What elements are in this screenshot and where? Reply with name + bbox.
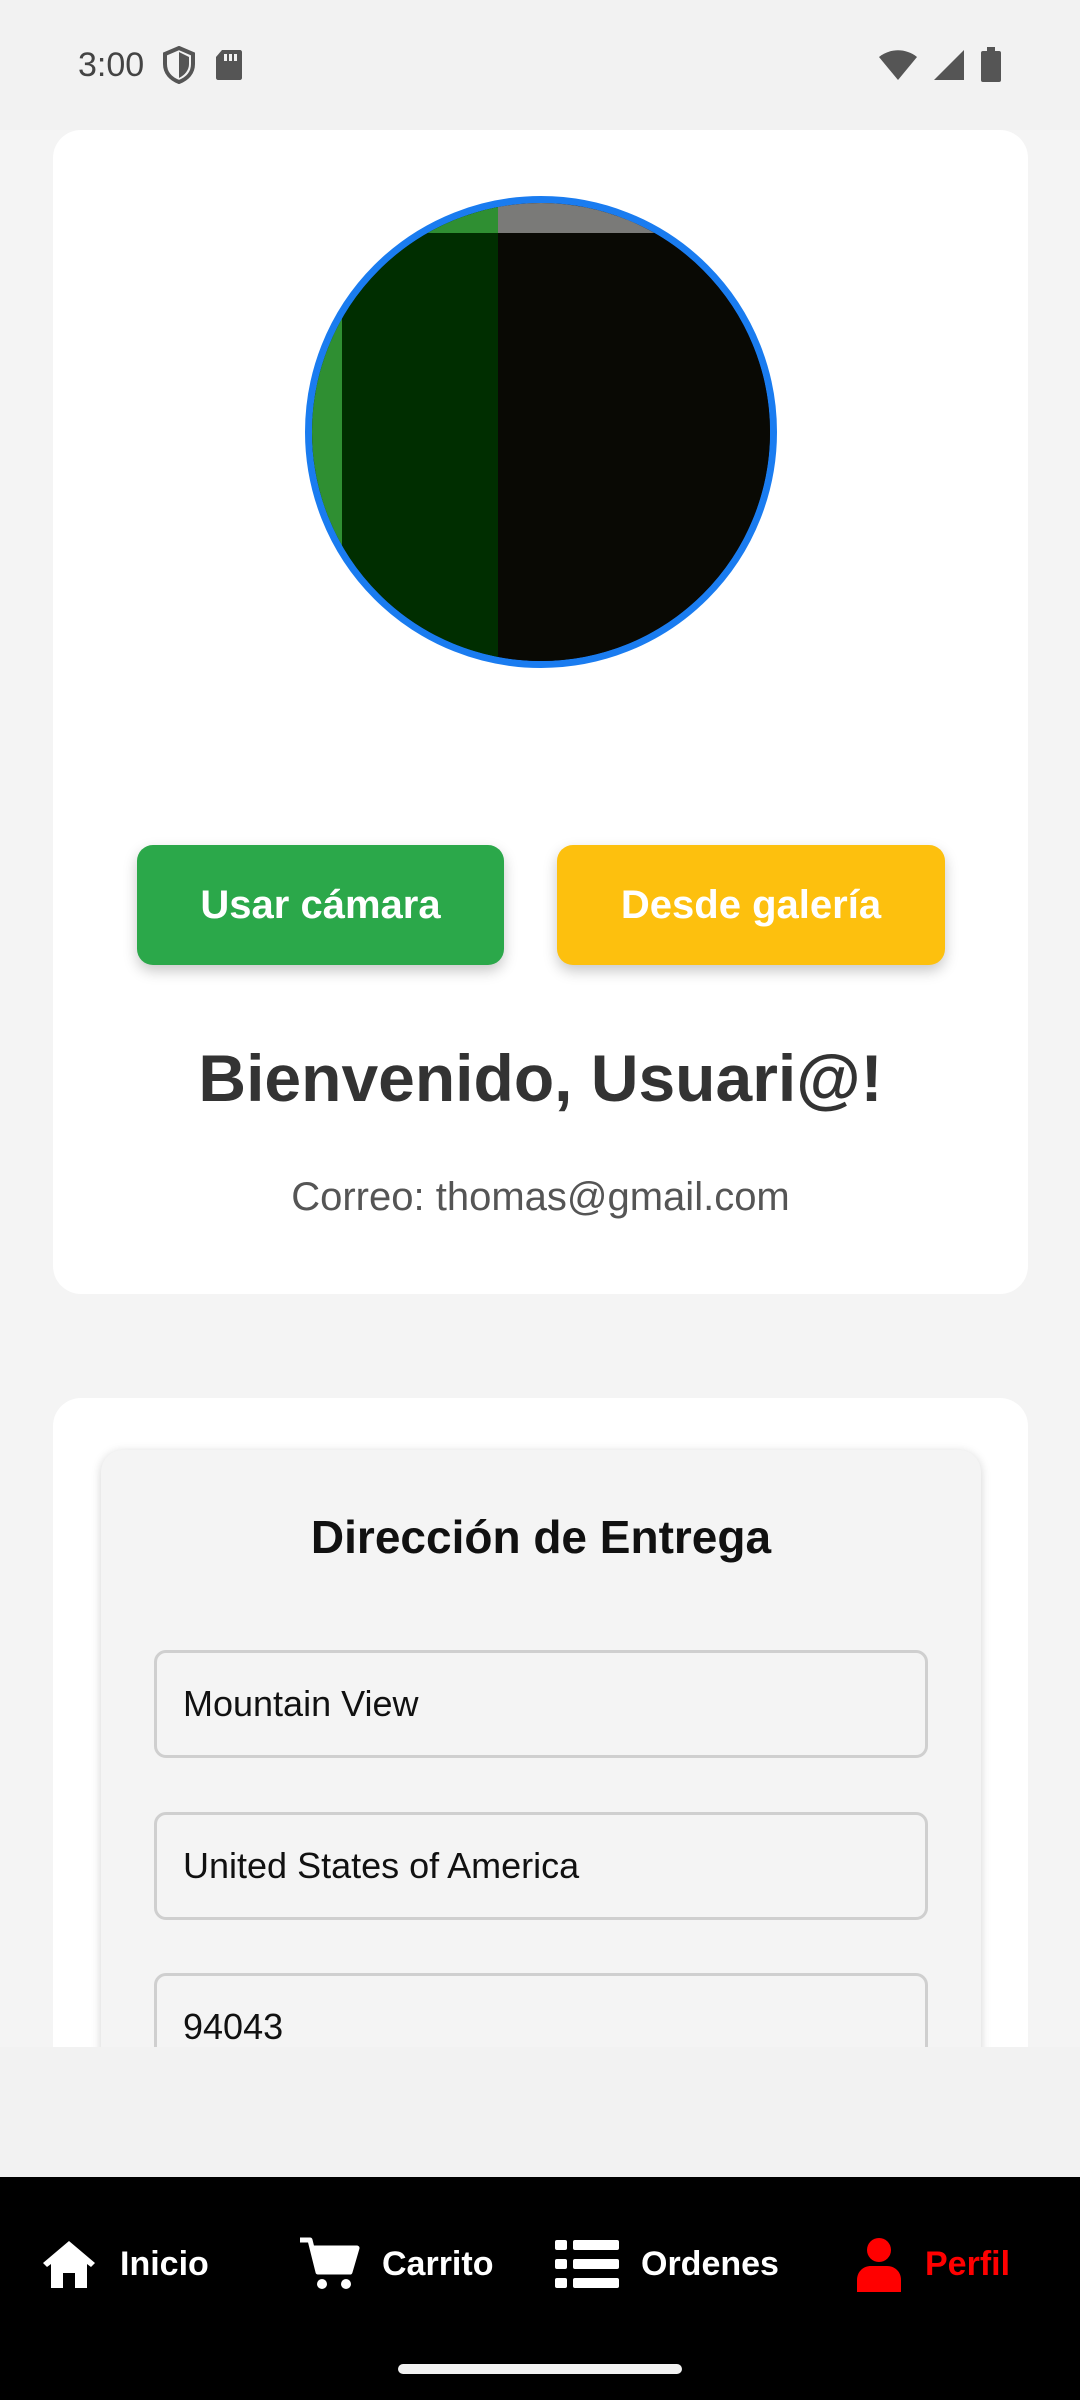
address-title: Dirección de Entrega (310, 1511, 772, 1563)
home-indicator[interactable] (398, 2364, 682, 2374)
avatar-photo-part (342, 203, 498, 661)
battery-icon (980, 47, 1002, 83)
status-right (878, 47, 1002, 83)
status-time: 3:00 (78, 45, 145, 84)
avatar-photo-part (498, 203, 658, 233)
nav-label-home: Inicio (120, 2244, 209, 2283)
use-camera-button[interactable]: Usar cámara (137, 845, 504, 965)
status-left: 3:00 (78, 46, 244, 85)
avatar[interactable] (305, 196, 777, 668)
address-form: Dirección de Entrega Mountain View Unite… (101, 1450, 981, 2047)
cart-icon (298, 2236, 360, 2292)
profile-card: Usar cámara Desde galería Bienvenido, Us… (53, 130, 1028, 1294)
nav-item-profile[interactable]: Perfil (855, 2229, 1010, 2299)
avatar-photo-part (312, 203, 342, 661)
user-icon (855, 2236, 903, 2292)
country-field[interactable]: United States of America (154, 1812, 928, 1920)
profile-scroll-area[interactable]: Usar cámara Desde galería Bienvenido, Us… (0, 130, 1080, 2047)
avatar-photo-part (498, 233, 770, 661)
nav-label-orders: Ordenes (641, 2244, 779, 2283)
cell-signal-icon (932, 48, 966, 82)
city-field[interactable]: Mountain View (154, 1650, 928, 1758)
avatar-photo-part (342, 203, 498, 233)
shield-icon (162, 46, 196, 84)
wifi-icon (878, 48, 918, 82)
welcome-heading: Bienvenido, Usuari@! (198, 1041, 883, 1115)
status-bar: 3:00 (0, 0, 1080, 130)
home-icon (40, 2238, 98, 2290)
postal-code-field[interactable]: 94043 (154, 1973, 928, 2047)
nav-item-cart[interactable]: Carrito (298, 2229, 493, 2299)
content-bottom-spacer (0, 2047, 1080, 2177)
nav-label-profile: Perfil (925, 2244, 1011, 2283)
sd-card-icon (214, 48, 244, 82)
list-icon (555, 2238, 619, 2290)
address-card: Dirección de Entrega Mountain View Unite… (53, 1398, 1028, 2047)
from-gallery-button[interactable]: Desde galería (557, 845, 945, 965)
nav-label-cart: Carrito (382, 2244, 494, 2283)
user-email: Correo: thomas@gmail.com (291, 1175, 790, 1219)
nav-item-home[interactable]: Inicio (40, 2229, 209, 2299)
nav-item-orders[interactable]: Ordenes (555, 2229, 779, 2299)
